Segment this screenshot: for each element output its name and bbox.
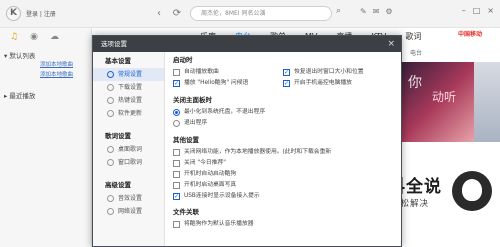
option-disable-daily-recommend[interactable]: 关闭 "今日推荐" <box>173 158 397 169</box>
panel-tag: 电台 <box>410 50 423 57</box>
options-dialog: 选项设置 × 基本设置 · 常规设置 下载设置 热键设置 软件更新 歌词设置 桌面… <box>92 35 402 247</box>
checkbox[interactable]: ✓ <box>173 193 180 200</box>
nav-item-hotkey[interactable]: 热键设置 <box>93 94 164 107</box>
nav-group-title: 基本设置 <box>105 57 131 65</box>
window-controls: – □ × <box>462 6 494 15</box>
option-restore-window[interactable]: ✓ 恢复退出时窗口大小和位置 <box>283 67 393 78</box>
option-launch-at-boot[interactable]: 开机时自动启动酷狗 <box>173 169 397 180</box>
radio-button[interactable] <box>173 120 180 127</box>
recent-list-header[interactable]: ▸ 最近播放 <box>0 86 91 100</box>
option-greeting[interactable]: ✓ 播放 "Hello酷狗" 问候语 <box>173 78 283 89</box>
checkbox[interactable] <box>173 182 180 189</box>
sidebar: ♫ ◉ ☁ ▾ 默认列表 添加本地歌曲 添加本地歌曲 ▸ 最近播放 <box>0 28 92 247</box>
settings-icon[interactable]: ⚙ <box>385 7 392 16</box>
section-title-close: 关闭主面板时 <box>173 96 212 104</box>
nav-group-title: 高级设置 <box>105 181 131 189</box>
watermark-logo <box>452 171 492 211</box>
hotkey-icon <box>107 97 114 104</box>
option-usb-prompt[interactable]: ✓ USB连接时显示设备接入提示 <box>173 191 397 202</box>
nav-item-update[interactable]: 软件更新 <box>93 107 164 120</box>
desktop-lyrics-icon <box>107 146 114 153</box>
checkbox[interactable] <box>173 69 180 76</box>
brand-logo: 中国移动 <box>458 31 483 38</box>
dialog-nav: 基本设置 · 常规设置 下载设置 热键设置 软件更新 歌词设置 桌面歌词 窗口歌词… <box>93 52 165 246</box>
checkbox[interactable] <box>173 171 180 178</box>
network-icon <box>107 208 114 215</box>
banner-image[interactable]: 你 动听 <box>402 62 474 142</box>
side-banner[interactable] <box>474 62 500 142</box>
skin-icon[interactable]: ✎ <box>360 7 367 16</box>
sidebar-tabs: ♫ ◉ ☁ <box>0 28 91 46</box>
radio-button[interactable] <box>173 109 180 116</box>
nav-item-download[interactable]: 下载设置 <box>93 81 164 94</box>
default-list-header[interactable]: ▾ 默认列表 <box>0 46 91 60</box>
checkbox[interactable]: ✓ <box>173 80 180 87</box>
option-desktop-photo[interactable]: 开机时启动桌面写真 <box>173 180 397 191</box>
checkbox[interactable] <box>173 149 180 156</box>
back-button[interactable]: ‹ <box>152 7 166 21</box>
login-link[interactable]: 登录 | 注册 <box>26 9 56 18</box>
option-default-player[interactable]: 将酷狗作为默认音乐播放器 <box>173 219 397 230</box>
dialog-title-bar: 选项设置 × <box>93 36 401 52</box>
download-icon <box>107 84 114 91</box>
dialog-close-button[interactable]: × <box>387 36 395 52</box>
list-item[interactable]: 添加本地歌曲 <box>0 70 91 80</box>
window-lyrics-icon <box>107 159 114 166</box>
nav-item-sound-effect[interactable]: 音效设置 <box>93 192 164 205</box>
nav-group-title: 歌词设置 <box>105 132 131 140</box>
checkbox[interactable]: ✓ <box>283 69 290 76</box>
nav-item-general[interactable]: · 常规设置 <box>93 68 164 81</box>
nav-item-desktop-lyrics[interactable]: 桌面歌词 <box>93 143 164 156</box>
section-title-other: 其他设置 <box>173 136 199 144</box>
minimize-icon[interactable]: – <box>462 6 466 15</box>
nav-item-window-lyrics[interactable]: 窗口歌词 <box>93 156 164 169</box>
option-offline-mode[interactable]: 关闭网络功能，作为本地播放器使用。(此时和下载会重新 <box>173 147 397 158</box>
option-phone-remote[interactable]: ✓ 开启手机遥控电脑播放 <box>283 78 393 89</box>
option-exit-program[interactable]: 退出程序 <box>173 118 397 129</box>
toolbar-icons: ✎ ✉ ⚙ <box>360 7 393 16</box>
checkbox[interactable] <box>173 221 180 228</box>
tab-lyrics[interactable]: 歌词 <box>405 28 421 45</box>
title-bar: K 登录 | 注册 ‹ ⟳ 周杰伦，8MEI 同名公演 ⌕ ✎ ✉ ⚙ – □ … <box>0 0 500 28</box>
option-minimize-tray[interactable]: 最小化到系统托盘，不退出程序 <box>173 107 397 118</box>
checkbox[interactable] <box>173 160 180 167</box>
cloud-icon[interactable]: ☁ <box>50 32 59 46</box>
maximize-icon[interactable]: □ <box>473 6 481 15</box>
dialog-content: 启动时 自动播放歌曲 ✓ 恢复退出时窗口大小和位置 ✓ 播放 "Hello酷狗" 问… <box>173 52 397 246</box>
update-icon <box>107 110 114 117</box>
option-autoplay[interactable]: 自动播放歌曲 <box>173 67 283 78</box>
music-icon[interactable]: ♫ <box>10 32 18 46</box>
app-logo[interactable]: K <box>6 6 21 21</box>
radio-icon[interactable]: ◉ <box>30 32 38 46</box>
section-title-file: 文件关联 <box>173 208 199 216</box>
checkbox[interactable]: ✓ <box>283 80 290 87</box>
close-icon[interactable]: × <box>487 6 494 15</box>
message-icon[interactable]: ✉ <box>373 7 380 16</box>
refresh-button[interactable]: ⟳ <box>170 7 184 21</box>
sound-effect-icon <box>107 195 114 202</box>
general-icon: · <box>107 71 114 78</box>
nav-item-network[interactable]: 网络设置 <box>93 205 164 218</box>
search-input[interactable]: 周杰伦，8MEI 同名公演 <box>190 6 332 21</box>
dialog-title: 选项设置 <box>101 40 127 48</box>
list-item[interactable]: 添加本地歌曲 <box>0 60 91 70</box>
search-icon[interactable]: ⌕ <box>336 6 341 16</box>
section-title-startup: 启动时 <box>173 56 193 64</box>
